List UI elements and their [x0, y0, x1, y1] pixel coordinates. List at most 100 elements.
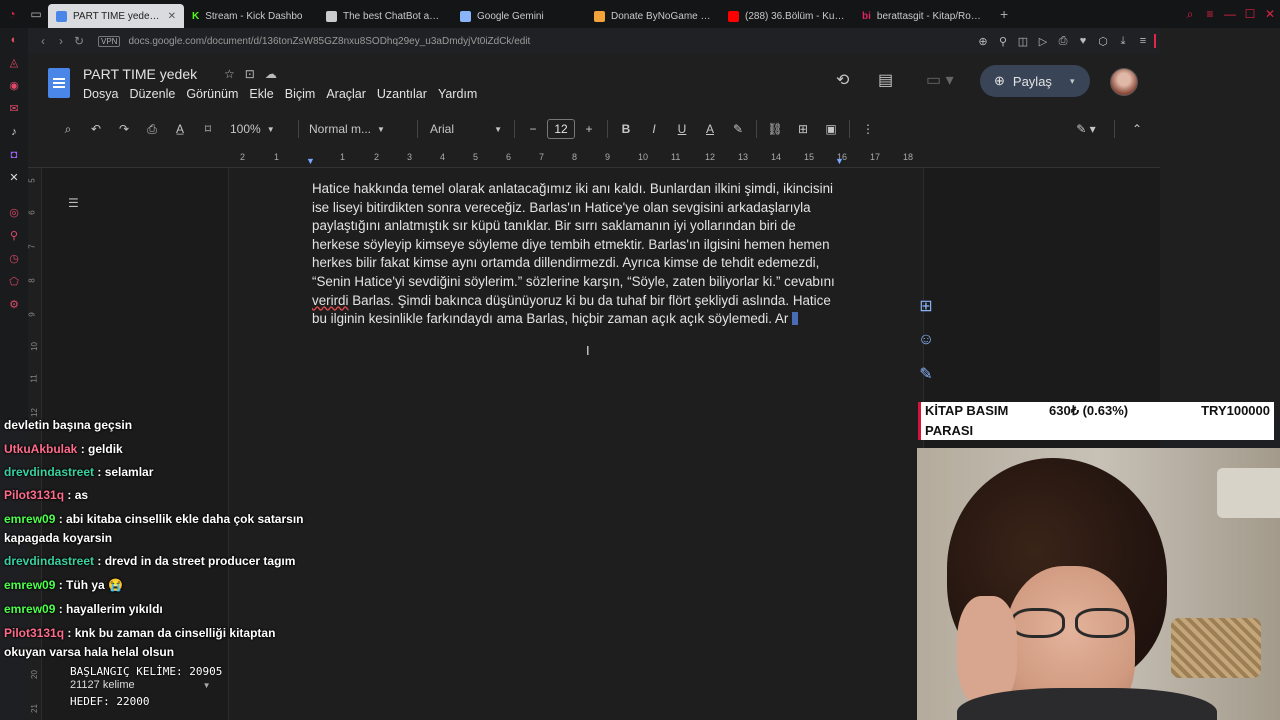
sidebar-history-icon[interactable]: ◷: [0, 247, 28, 270]
font-size-input[interactable]: 12: [547, 119, 575, 139]
misspelled-word[interactable]: verirdi: [312, 293, 348, 308]
sidebar-mail-icon[interactable]: ✉: [0, 97, 28, 120]
star-icon[interactable]: ☆: [224, 67, 235, 81]
horizontal-ruler[interactable]: 2 1 1 2 3 4 5 6 7 8 9 10 11 12 13 14 15 16 17 18 ▼ ▼: [28, 146, 1160, 168]
highlight-icon[interactable]: ✎: [724, 122, 752, 136]
bold-icon[interactable]: B: [612, 122, 640, 136]
sidebar-player-icon[interactable]: ◎: [0, 201, 28, 224]
browser-tab[interactable]: Google Gemini: [452, 4, 586, 28]
chat-username[interactable]: Pilot3131q: [4, 488, 64, 502]
increase-font-icon[interactable]: +: [575, 122, 603, 136]
collapse-menus-icon[interactable]: ⌃: [1123, 122, 1151, 136]
pin-page-icon[interactable]: ⚲: [996, 35, 1010, 48]
chat-username[interactable]: emrew09: [4, 578, 55, 592]
browser-tab[interactable]: K Stream - Kick Dashbo: [184, 4, 318, 28]
document-body[interactable]: Hatice hakkında temel olarak anlatacağım…: [312, 180, 842, 329]
redo-icon[interactable]: ↷: [110, 122, 138, 136]
chat-username[interactable]: drevdindastreet: [4, 554, 94, 568]
font-select[interactable]: Arial ▼: [430, 122, 510, 136]
spellcheck-icon[interactable]: A̲: [166, 122, 194, 136]
maximize-icon[interactable]: ☐: [1240, 7, 1260, 21]
move-folder-icon[interactable]: ⊡: [245, 67, 255, 81]
close-tab-icon[interactable]: ✕: [168, 11, 176, 22]
reload-icon[interactable]: ↻: [70, 34, 88, 48]
right-indent-marker[interactable]: ▼: [835, 156, 844, 166]
zoom-icon[interactable]: ⊕: [976, 35, 990, 48]
sidebar-snap-icon[interactable]: ⬠: [0, 270, 28, 293]
style-select[interactable]: Normal m... ▼: [309, 122, 413, 136]
minimize-icon[interactable]: —: [1220, 7, 1240, 21]
sidebar-pin-icon[interactable]: ⚲: [0, 224, 28, 247]
easy-setup-icon[interactable]: ≡: [1136, 35, 1150, 47]
word-count-select[interactable]: 21127 kelime ▼: [70, 679, 211, 691]
underline-icon[interactable]: U: [668, 122, 696, 136]
browser-tab[interactable]: bi berattasgit - Kitap/Roman: [854, 4, 994, 28]
tab-islands-icon[interactable]: ▭: [24, 0, 48, 28]
menu-0[interactable]: Dosya: [83, 87, 118, 101]
text-color-icon[interactable]: A: [696, 122, 724, 136]
user-avatar[interactable]: [1110, 68, 1138, 96]
vpn-badge[interactable]: VPN: [98, 35, 121, 47]
extensions-icon[interactable]: ⬡: [1096, 35, 1110, 48]
download-icon[interactable]: ⤓: [1116, 35, 1130, 48]
sidebar-bag-icon[interactable]: ◬: [0, 51, 28, 74]
snapshot-icon[interactable]: ◫: [1016, 35, 1030, 48]
chat-username[interactable]: UtkuAkbulak: [4, 442, 77, 456]
editing-mode-icon[interactable]: ✎ ▾: [1072, 122, 1100, 136]
browser-tab[interactable]: (288) 36.Bölüm - Kurtlar: [720, 4, 854, 28]
cloud-status-icon[interactable]: ☁: [265, 67, 277, 81]
sidebar-x-icon[interactable]: ✕: [0, 166, 28, 189]
sidebar-twitch-icon[interactable]: ◘: [0, 143, 28, 166]
menu-3[interactable]: Ekle: [249, 87, 273, 101]
print-icon[interactable]: ⎙: [138, 122, 166, 137]
document-title[interactable]: PART TIME yedek: [83, 66, 197, 82]
version-history-icon[interactable]: ⟲: [836, 70, 849, 90]
browser-tab[interactable]: The best ChatBot and W: [318, 4, 452, 28]
new-tab-icon[interactable]: +: [994, 6, 1014, 22]
close-window-icon[interactable]: ✕: [1260, 7, 1280, 21]
menu-1[interactable]: Düzenle: [129, 87, 175, 101]
heart-icon[interactable]: ♥: [1076, 35, 1090, 47]
browser-tab[interactable]: PART TIME yedek - Goog ✕: [48, 4, 184, 28]
sidebar-settings-icon[interactable]: ⚙: [0, 293, 28, 316]
chat-username[interactable]: drevdindastreet: [4, 465, 94, 479]
player-icon[interactable]: ▷: [1036, 35, 1050, 48]
chevron-down-icon[interactable]: ▼: [203, 681, 211, 690]
menu-7[interactable]: Yardım: [438, 87, 477, 101]
menu-6[interactable]: Uzantılar: [377, 87, 427, 101]
back-icon[interactable]: ‹: [34, 34, 52, 48]
sidebar-tiktok-icon[interactable]: ♪: [0, 120, 28, 143]
insert-image-icon[interactable]: ▣: [817, 122, 845, 136]
zoom-select[interactable]: 100% ▼: [230, 122, 294, 136]
menu-5[interactable]: Araçlar: [326, 87, 366, 101]
left-indent-marker[interactable]: ▼: [306, 156, 315, 166]
document-outline-icon[interactable]: ☰: [68, 196, 79, 210]
emoji-reaction-icon[interactable]: ☺: [916, 331, 936, 349]
chat-username[interactable]: emrew09: [4, 602, 55, 616]
menu-lines-icon[interactable]: ≡: [1200, 7, 1220, 21]
url-field[interactable]: docs.google.com/document/d/136tonZsW85GZ…: [128, 36, 530, 47]
share-button[interactable]: ⊕ Paylaş ▾: [980, 65, 1090, 97]
undo-icon[interactable]: ↶: [82, 122, 110, 136]
link-icon[interactable]: ⛓: [761, 122, 789, 136]
decrease-font-icon[interactable]: −: [519, 122, 547, 136]
docs-logo-icon[interactable]: [48, 68, 70, 98]
suggest-edits-icon[interactable]: ✎: [916, 364, 936, 384]
forward-icon[interactable]: ›: [52, 34, 70, 48]
meet-icon[interactable]: ▭ ▾: [926, 70, 954, 90]
italic-icon[interactable]: I: [640, 122, 668, 136]
sidebar-aria-icon[interactable]: ◐: [0, 28, 28, 51]
search-menus-icon[interactable]: ⌕: [54, 122, 82, 137]
chat-username[interactable]: Pilot3131q: [4, 626, 64, 640]
menu-2[interactable]: Görünüm: [186, 87, 238, 101]
comments-icon[interactable]: ▤: [878, 70, 893, 90]
paint-format-icon[interactable]: ⌑: [194, 122, 222, 136]
chat-username[interactable]: emrew09: [4, 512, 55, 526]
menu-4[interactable]: Biçim: [285, 87, 316, 101]
more-options-icon[interactable]: ⋮: [854, 122, 882, 136]
add-comment-icon[interactable]: ⊞: [789, 122, 817, 136]
opera-menu-icon[interactable]: ◔: [0, 0, 24, 28]
add-comment-icon[interactable]: ⊞: [916, 296, 936, 316]
sidebar-messenger-icon[interactable]: ◉: [0, 74, 28, 97]
easy-files-icon[interactable]: ⎙: [1056, 35, 1070, 48]
